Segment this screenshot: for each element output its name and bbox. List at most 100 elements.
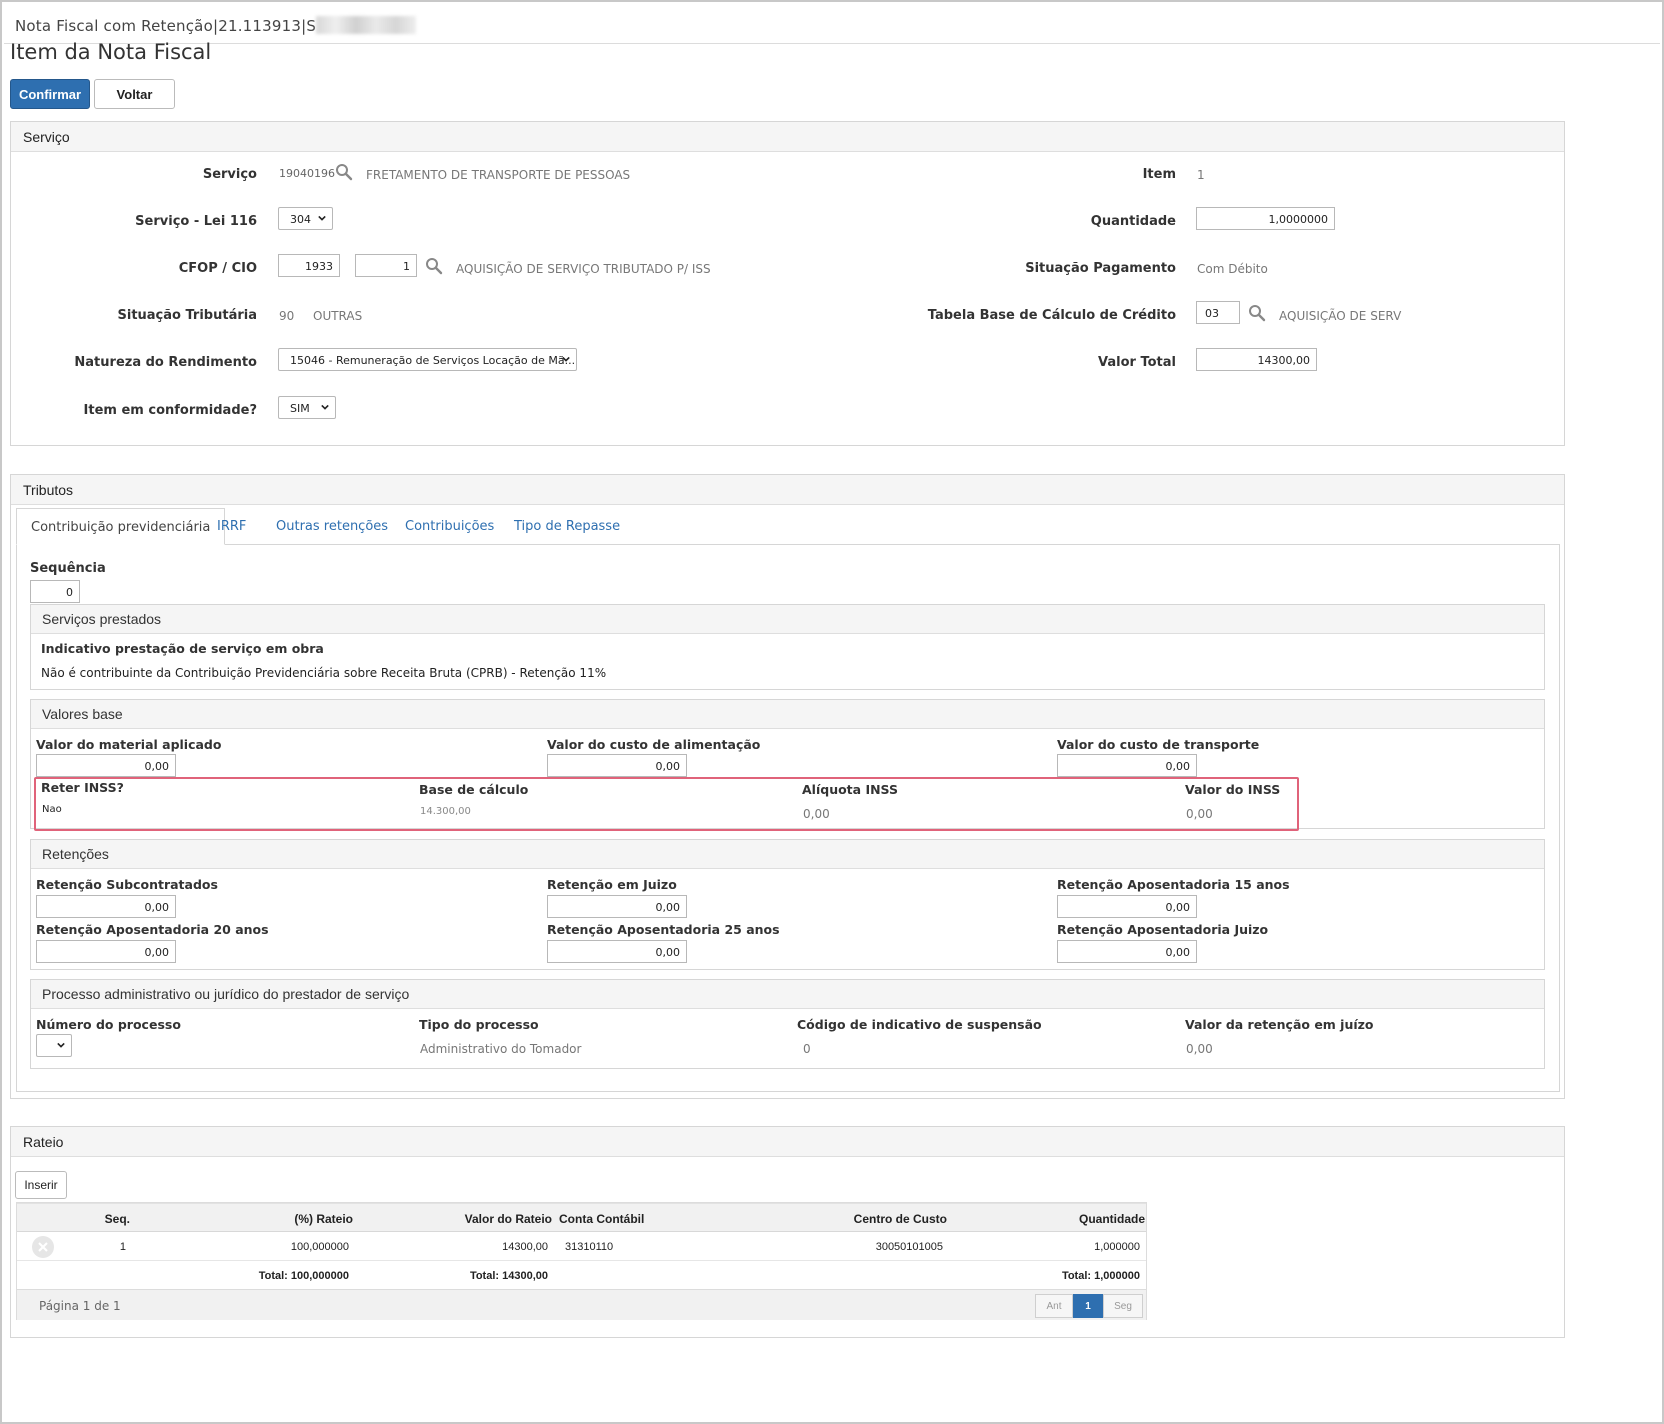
highlight-box [34,777,1299,831]
numero-processo-select[interactable] [36,1034,72,1057]
valor-total-label: Valor Total [1098,355,1176,370]
natureza-label: Natureza do Rendimento [74,355,257,370]
page-1-button[interactable]: 1 [1073,1294,1103,1318]
natureza-select[interactable]: 15046 - Remuneração de Serviços Locação … [278,348,577,371]
tab-contribuicao-previdenciaria[interactable]: Contribuição previdenciária [16,508,226,545]
total-quantidade: Total: 1,000000 [1061,1270,1140,1282]
quantidade-input[interactable]: 1,0000000 [1196,207,1335,230]
valor-retencao-juizo-label: Valor da retenção em juízo [1185,1017,1374,1032]
servico-code: 19040196 [279,167,335,180]
lei116-label: Serviço - Lei 116 [135,214,257,229]
tabela-description: AQUISIÇÃO DE SERV [1279,309,1402,323]
rateio-panel-header: Rateio [11,1127,1564,1157]
search-icon[interactable] [1248,304,1266,322]
servicos-prestados-header: Serviços prestados [31,605,1544,634]
col-rateio: (%) Rateio [294,1212,353,1226]
grid-footer: Página 1 de 1 Ant 1 Seg [17,1289,1146,1320]
processo-section: Processo administrativo ou jurídico do p… [30,979,1545,1069]
next-page-button[interactable]: Seg [1103,1294,1143,1318]
col-conta-contabil: Conta Contábil [559,1212,645,1226]
page-title: Item da Nota Fiscal [10,40,212,64]
cell-conta-contabil: 31310110 [565,1241,614,1253]
cell-centro-custo: 30050101005 [875,1241,943,1253]
item-value: 1 [1197,168,1205,182]
alimentacao-input[interactable]: 0,00 [547,754,687,777]
chevron-down-icon [321,404,329,410]
window-title-bar: Nota Fiscal com Retenção|21.113913|S [4,4,1660,44]
indicativo-obra-label: Indicativo prestação de serviço em obra [41,641,324,656]
cfop-input[interactable]: 1933 [278,254,340,277]
servicos-prestados-section: Serviços prestados Indicativo prestação … [30,604,1545,690]
juizo-label: Retenção em Juizo [547,877,677,892]
tipo-processo-label: Tipo do processo [419,1017,539,1032]
apos15-input[interactable]: 0,00 [1057,895,1197,918]
apos15-label: Retenção Aposentadoria 15 anos [1057,877,1290,892]
tributos-panel-header: Tributos [11,475,1564,505]
pagination-info: Página 1 de 1 [39,1299,121,1313]
material-label: Valor do material aplicado [36,737,222,752]
codigo-suspensao-value: 0 [803,1042,811,1056]
app-window: Nota Fiscal com Retenção|21.113913|S Ite… [0,0,1664,1424]
quantidade-label: Quantidade [1090,214,1176,229]
tabela-input[interactable]: 03 [1196,301,1240,324]
cfop-description: AQUISIÇÃO DE SERVIÇO TRIBUTADO P/ ISS [456,262,711,276]
aposjuizo-label: Retenção Aposentadoria Juizo [1057,922,1269,937]
servico-panel: Serviço Serviço 19040196 FRETAMENTO DE T… [10,121,1565,446]
cell-quantidade: 1,000000 [1094,1241,1140,1253]
sequencia-label: Sequência [30,561,106,576]
sequencia-input[interactable]: 0 [30,580,80,603]
col-valor-rateio: Valor do Rateio [464,1212,552,1226]
tab-irrf[interactable]: IRRF [217,508,246,545]
aposjuizo-input[interactable]: 0,00 [1057,940,1197,963]
conformidade-selected: SIM [290,402,310,415]
tab-outras-retencoes[interactable]: Outras retenções [276,508,388,545]
processo-header: Processo administrativo ou jurídico do p… [31,980,1544,1009]
cio-input[interactable]: 1 [355,254,417,277]
natureza-selected: 15046 - Remuneração de Serviços Locação … [290,354,576,367]
sit-trib-label: Situação Tributária [117,308,258,323]
table-row[interactable]: 1 100,000000 14300,00 31310110 300501010… [17,1232,1146,1261]
numero-processo-label: Número do processo [36,1017,181,1032]
col-centro-custo: Centro de Custo [853,1212,947,1226]
subcontratados-label: Retenção Subcontratados [36,877,218,892]
material-input[interactable]: 0,00 [36,754,176,777]
search-icon[interactable] [335,163,353,181]
lei116-selected: 304 [290,213,311,226]
tab-contribuicoes[interactable]: Contribuições [405,508,494,545]
apos20-input[interactable]: 0,00 [36,940,176,963]
insert-button[interactable]: Inserir [15,1171,67,1199]
rateio-grid: Seq. (%) Rateio Valor do Rateio Conta Co… [16,1202,1147,1320]
valor-total-input[interactable]: 14300,00 [1196,348,1317,371]
tabela-label: Tabela Base de Cálculo de Crédito [927,308,1176,323]
juizo-input[interactable]: 0,00 [547,895,687,918]
cell-seq: 1 [119,1241,126,1253]
item-label: Item [1142,167,1176,182]
conformidade-select[interactable]: SIM [278,396,336,419]
col-quantidade: Quantidade [1078,1212,1145,1226]
lei116-select[interactable]: 304 [278,207,333,230]
tab-tipo-repasse[interactable]: Tipo de Repasse [514,508,620,545]
remove-row-icon[interactable] [31,1235,55,1259]
prev-page-button[interactable]: Ant [1035,1294,1073,1318]
transporte-input[interactable]: 0,00 [1057,754,1197,777]
sit-trib-description: OUTRAS [313,309,363,323]
cell-rateio: 100,000000 [290,1241,349,1253]
back-button[interactable]: Voltar [94,79,175,109]
transporte-label: Valor do custo de transporte [1057,737,1260,752]
confirm-button[interactable]: Confirmar [10,79,90,109]
total-rateio: Total: 100,000000 [258,1270,349,1282]
cell-valor-rateio: 14300,00 [502,1241,548,1253]
search-icon[interactable] [425,257,443,275]
sit-pag-label: Situação Pagamento [1025,261,1176,276]
alimentacao-label: Valor do custo de alimentação [547,737,761,752]
sit-pag-value: Com Débito [1197,262,1268,276]
valor-retencao-juizo-value: 0,00 [1186,1042,1213,1056]
apos25-input[interactable]: 0,00 [547,940,687,963]
subcontratados-input[interactable]: 0,00 [36,895,176,918]
chevron-down-icon [318,215,326,221]
chevron-down-icon [57,1042,65,1048]
col-seq: Seq. [104,1212,130,1226]
window-title: Nota Fiscal com Retenção|21.113913|S [15,17,317,35]
codigo-suspensao-label: Código de indicativo de suspensão [797,1017,1042,1032]
redacted-text [316,16,417,34]
